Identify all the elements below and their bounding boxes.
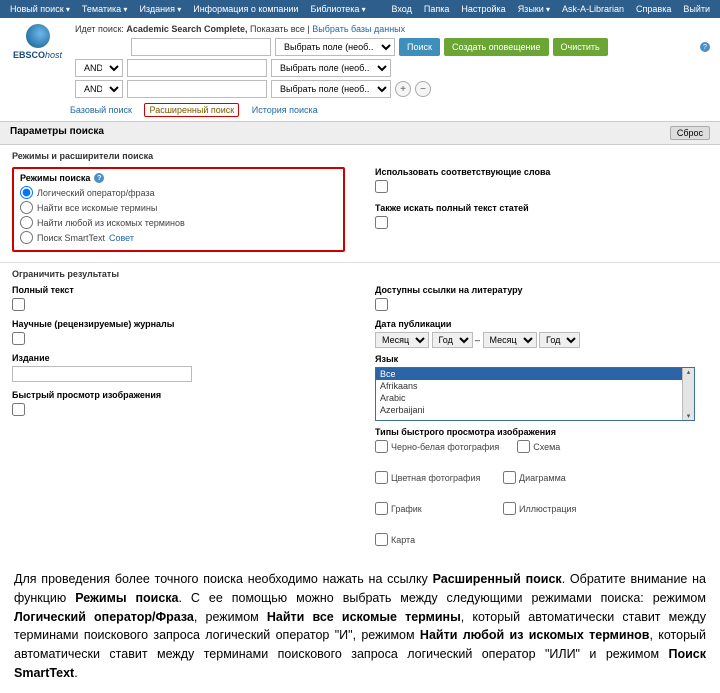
tab-advanced[interactable]: Расширенный поиск	[144, 103, 239, 117]
modes-label: Режимы поиска	[20, 173, 90, 183]
tab-basic[interactable]: Базовый поиск	[70, 105, 132, 115]
to-year[interactable]: Год	[539, 332, 580, 348]
remove-row-button[interactable]: −	[415, 81, 431, 97]
bool-op-2[interactable]: AND	[75, 59, 123, 77]
pubdate-label: Дата публикации	[375, 319, 708, 329]
top-nav: Новый поиск Тематика Издания Информация …	[0, 0, 720, 18]
add-row-button[interactable]: +	[395, 81, 411, 97]
imgtype-scheme[interactable]	[517, 440, 530, 453]
caption-text: Для проведения более точного поиска необ…	[0, 552, 720, 693]
logo: EBSCOhost	[10, 24, 65, 101]
mode-boolean-radio[interactable]	[20, 186, 33, 199]
from-month[interactable]: Месяц	[375, 332, 429, 348]
smarttext-hint-link[interactable]: Совет	[109, 233, 134, 243]
refs-checkbox[interactable]	[375, 298, 388, 311]
image-types: Черно-белая фотография Схема Цветная фот…	[375, 440, 708, 546]
imgtype-color-photo[interactable]	[375, 471, 388, 484]
search-modes-highlight: Режимы поиска? Логический оператор/фраза…	[12, 167, 345, 252]
limits-heading: Ограничить результаты	[12, 269, 708, 279]
reset-button[interactable]: Сброс	[670, 126, 710, 140]
nav-publications[interactable]: Издания	[139, 4, 181, 14]
search-term-3[interactable]	[127, 80, 267, 98]
clear-button[interactable]: Очистить	[553, 38, 608, 56]
peer-checkbox[interactable]	[12, 332, 25, 345]
nav-settings[interactable]: Настройка	[461, 4, 505, 14]
choose-db-link[interactable]: Выбрать базы данных	[312, 24, 405, 34]
nav-exit[interactable]: Выйти	[683, 4, 710, 14]
limits-section: Ограничить результаты Полный текст Научн…	[0, 263, 720, 552]
nav-company-info[interactable]: Информация о компании	[193, 4, 298, 14]
peer-label: Научные (рецензируемые) журналы	[12, 319, 345, 329]
search-term-1[interactable]	[131, 38, 271, 56]
search-term-2[interactable]	[127, 59, 267, 77]
nav-folder[interactable]: Папка	[424, 4, 450, 14]
publication-label: Издание	[12, 353, 345, 363]
related-words-checkbox[interactable]	[375, 180, 388, 193]
fulltext-also-checkbox[interactable]	[375, 216, 388, 229]
logo-text: EBSCOhost	[13, 50, 62, 60]
mode-smarttext-radio[interactable]	[20, 231, 33, 244]
nav-new-search[interactable]: Новый поиск	[10, 4, 70, 14]
field-select-1[interactable]: Выбрать поле (необ...	[275, 38, 395, 56]
nav-topics[interactable]: Тематика	[82, 4, 128, 14]
params-header: Параметры поиска Сброс	[0, 121, 720, 145]
imgtype-bw-photo[interactable]	[375, 440, 388, 453]
nav-help[interactable]: Справка	[636, 4, 671, 14]
fulltext-label: Полный текст	[12, 285, 345, 295]
related-words-label: Использовать соответствующие слова	[375, 167, 708, 177]
help-icon[interactable]: ?	[94, 173, 104, 183]
search-button[interactable]: Поиск	[399, 38, 440, 56]
globe-icon	[26, 24, 50, 48]
publication-input[interactable]	[12, 366, 192, 382]
search-meta: Идет поиск: Academic Search Complete, По…	[75, 24, 710, 34]
nav-ask-librarian[interactable]: Ask-A-Librarian	[562, 4, 624, 14]
to-month[interactable]: Месяц	[483, 332, 537, 348]
scrollbar[interactable]: ▴▾	[682, 368, 694, 420]
nav-languages[interactable]: Языки	[518, 4, 550, 14]
nav-login[interactable]: Вход	[392, 4, 412, 14]
imgtypes-label: Типы быстрого просмотра изображения	[375, 427, 708, 437]
nav-library[interactable]: Библиотека	[310, 4, 365, 14]
tab-history[interactable]: История поиска	[252, 105, 318, 115]
modes-section: Режимы и расширители поиска Режимы поиск…	[0, 145, 720, 263]
mode-allterms-radio[interactable]	[20, 201, 33, 214]
imgquick-label: Быстрый просмотр изображения	[12, 390, 345, 400]
date-range: Месяц Год – Месяц Год	[375, 332, 708, 348]
header-row: EBSCOhost Идет поиск: Academic Search Co…	[0, 18, 720, 101]
from-year[interactable]: Год	[432, 332, 473, 348]
mode-anyterms-radio[interactable]	[20, 216, 33, 229]
modes-heading: Режимы и расширители поиска	[12, 151, 708, 161]
lang-label: Язык	[375, 354, 708, 364]
imgtype-graph[interactable]	[375, 502, 388, 515]
fulltext-checkbox[interactable]	[12, 298, 25, 311]
fulltext-also-label: Также искать полный текст статей	[375, 203, 708, 213]
help-icon[interactable]: ?	[700, 42, 710, 52]
search-tabs: Базовый поиск Расширенный поиск История …	[0, 101, 720, 121]
imgtype-illustration[interactable]	[503, 502, 516, 515]
field-select-3[interactable]: Выбрать поле (необ...	[271, 80, 391, 98]
imgquick-checkbox[interactable]	[12, 403, 25, 416]
search-area: Идет поиск: Academic Search Complete, По…	[75, 24, 710, 101]
language-listbox[interactable]: Все Afrikaans Arabic Azerbaijani ▴▾	[375, 367, 695, 421]
field-select-2[interactable]: Выбрать поле (необ...	[271, 59, 391, 77]
create-alert-button[interactable]: Создать оповещение	[444, 38, 549, 56]
imgtype-diagram[interactable]	[503, 471, 516, 484]
bool-op-3[interactable]: AND	[75, 80, 123, 98]
refs-label: Доступны ссылки на литературу	[375, 285, 708, 295]
